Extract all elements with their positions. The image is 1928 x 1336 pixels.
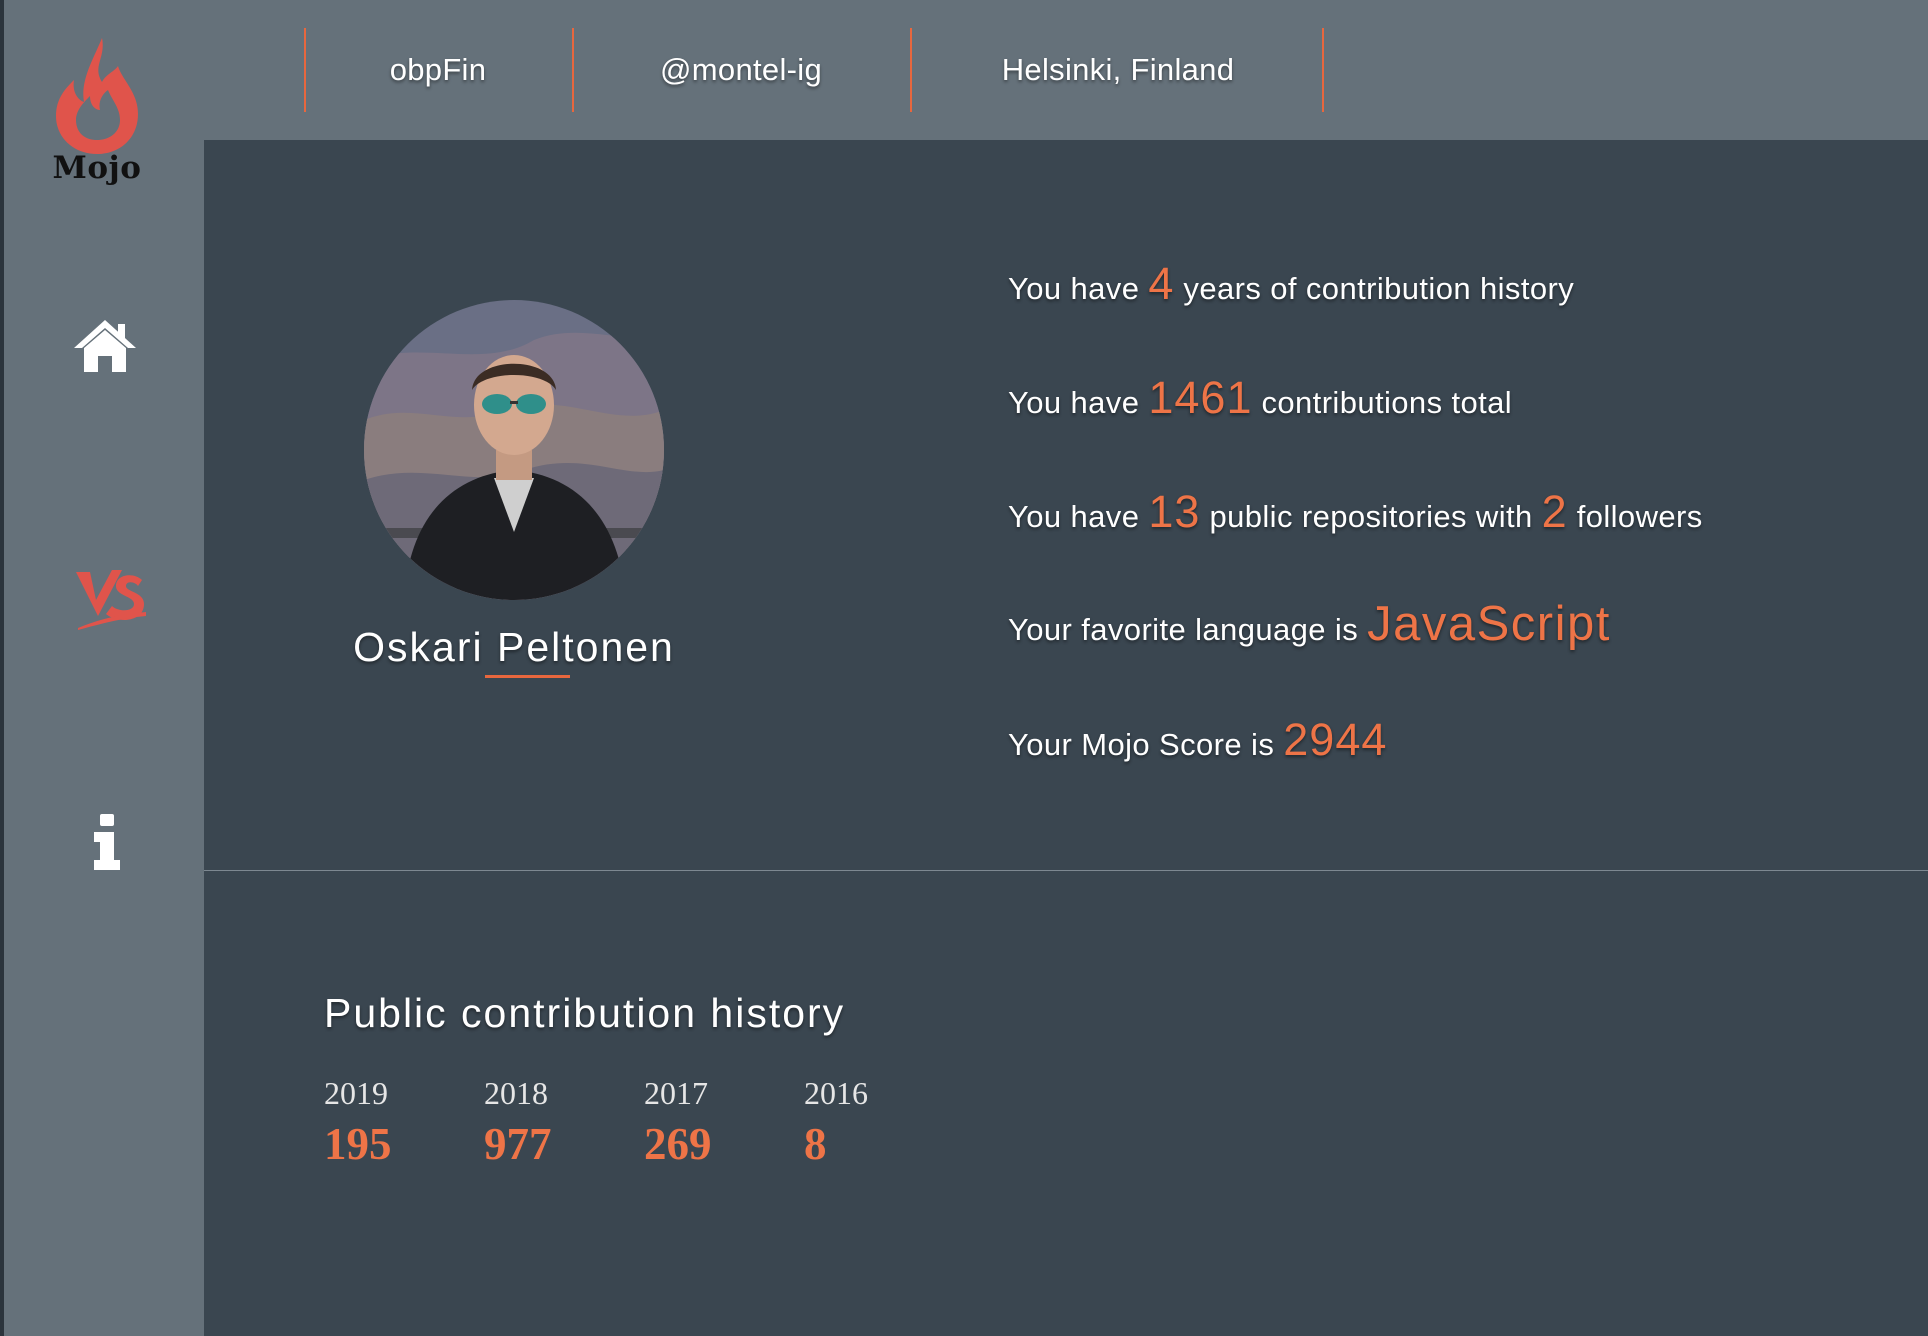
home-icon[interactable] <box>72 318 138 374</box>
main-content: Oskari Peltonen You have 4 years of cont… <box>204 140 1928 1336</box>
name-underline <box>485 675 570 678</box>
stat-repos-value: 13 <box>1148 486 1201 537</box>
top-item-location: Helsinki, Finland <box>1001 52 1235 87</box>
history-year-label: 2016 <box>804 1075 868 1111</box>
history-year-count: 269 <box>644 1119 712 1169</box>
stat-score-prefix: Your Mojo Score is <box>1008 727 1275 762</box>
stat-contributions: You have 1461 contributions total <box>1008 372 1512 424</box>
stat-years: You have 4 years of contribution history <box>1008 258 1574 310</box>
stat-contributions-suffix: contributions total <box>1261 385 1513 420</box>
stat-contributions-prefix: You have <box>1008 385 1140 420</box>
history-year-label: 2017 <box>644 1075 708 1111</box>
history-year-count: 977 <box>484 1119 552 1169</box>
profile-name: Oskari Peltonen <box>353 624 675 670</box>
history-year-label: 2019 <box>324 1075 388 1111</box>
stat-repos-middle: public repositories with <box>1209 499 1533 534</box>
stat-score: Your Mojo Score is 2944 <box>1008 714 1387 766</box>
vs-icon[interactable] <box>72 562 148 632</box>
stat-repos-suffix: followers <box>1576 499 1703 534</box>
stat-language-prefix: Your favorite language is <box>1008 612 1359 647</box>
avatar <box>364 300 664 600</box>
stat-repos: You have 13 public repositories with 2 f… <box>1008 486 1703 538</box>
stat-language-value: JavaScript <box>1367 597 1611 651</box>
stat-followers-value: 2 <box>1541 486 1568 537</box>
separator <box>1322 28 1324 112</box>
history-year-2018: 2018 977 <box>484 1075 624 1170</box>
history-title: Public contribution history <box>324 990 846 1036</box>
stat-score-value: 2944 <box>1283 714 1388 765</box>
info-icon[interactable] <box>92 812 122 872</box>
top-bar: obpFin @montel-ig Helsinki, Finland <box>204 0 1928 140</box>
history-year-label: 2018 <box>484 1075 548 1111</box>
history-year-count: 8 <box>804 1119 827 1169</box>
history-year-count: 195 <box>324 1119 392 1169</box>
history-year-2019: 2019 195 <box>324 1075 464 1170</box>
stat-contributions-value: 1461 <box>1148 372 1253 423</box>
section-divider <box>204 870 1928 871</box>
top-item-handle: @montel-ig <box>660 52 822 87</box>
stat-language: Your favorite language is JavaScript <box>1008 596 1611 652</box>
stat-years-prefix: You have <box>1008 271 1140 306</box>
flame-icon <box>56 38 138 154</box>
brand-name: Mojo <box>52 150 142 186</box>
stat-years-value: 4 <box>1148 258 1175 309</box>
history-year-2016: 2016 8 <box>804 1075 944 1170</box>
stat-years-suffix: years of contribution history <box>1183 271 1575 306</box>
sidebar: Mojo <box>4 0 204 1336</box>
brand-logo[interactable]: Mojo <box>42 36 152 186</box>
stat-repos-prefix: You have <box>1008 499 1140 534</box>
history-year-2017: 2017 269 <box>644 1075 784 1170</box>
top-item-username: obpFin <box>389 52 487 87</box>
